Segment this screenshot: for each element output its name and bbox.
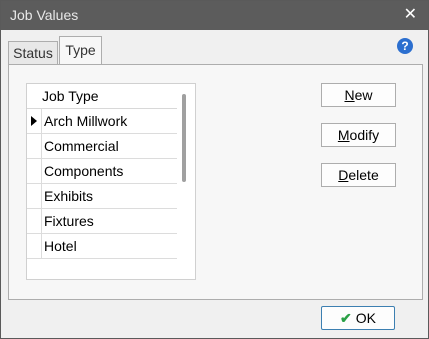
- row-label: Commercial: [44, 138, 119, 154]
- row-label: Components: [44, 163, 124, 179]
- check-icon: ✔: [340, 310, 352, 326]
- title-bar: Job Values ✕: [1, 1, 428, 30]
- tab-type[interactable]: Type: [59, 36, 102, 64]
- delete-button[interactable]: Delete: [321, 163, 396, 187]
- type-tab-panel: Job Type Arch Millwork Commercial Compon…: [8, 64, 423, 300]
- grid-header: Job Type: [27, 84, 177, 109]
- row-selector[interactable]: [27, 109, 42, 133]
- modify-button-mnemonic: M: [337, 127, 350, 143]
- row-selector[interactable]: [27, 184, 42, 208]
- table-row[interactable]: Commercial: [27, 134, 177, 159]
- close-icon[interactable]: ✕: [404, 6, 417, 24]
- help-icon[interactable]: ?: [397, 38, 413, 54]
- new-button[interactable]: New: [321, 83, 396, 107]
- ok-button[interactable]: ✔ OK: [321, 306, 395, 330]
- tab-status[interactable]: Status: [8, 41, 58, 64]
- delete-button-label: elete: [348, 167, 379, 183]
- row-selector[interactable]: [27, 134, 42, 158]
- vertical-scrollbar-thumb[interactable]: [182, 94, 186, 182]
- new-button-mnemonic: N: [344, 87, 355, 103]
- column-header-job-type[interactable]: Job Type: [42, 88, 99, 104]
- modify-button-label: odify: [349, 127, 380, 143]
- row-selector[interactable]: [27, 209, 42, 233]
- table-row[interactable]: Components: [27, 159, 177, 184]
- modify-button[interactable]: Modify: [321, 123, 396, 147]
- table-row[interactable]: Fixtures: [27, 209, 177, 234]
- ok-button-label: OK: [355, 310, 376, 326]
- row-label: Exhibits: [44, 188, 94, 204]
- job-type-grid[interactable]: Job Type Arch Millwork Commercial Compon…: [26, 83, 196, 280]
- table-row[interactable]: Hotel: [27, 234, 177, 259]
- table-row[interactable]: Exhibits: [27, 184, 177, 209]
- row-selector[interactable]: [27, 159, 42, 183]
- row-selector[interactable]: [27, 234, 42, 258]
- row-label: Fixtures: [44, 213, 94, 229]
- delete-button-mnemonic: D: [338, 167, 349, 183]
- row-label: Arch Millwork: [44, 113, 128, 129]
- window-title: Job Values: [10, 7, 79, 23]
- job-values-dialog: Job Values ✕ Status Type ? Job Type Arch…: [0, 0, 429, 339]
- new-button-label: ew: [354, 87, 373, 103]
- table-row[interactable]: Arch Millwork: [27, 109, 177, 134]
- current-row-arrow-icon: [31, 116, 37, 126]
- row-label: Hotel: [44, 238, 77, 254]
